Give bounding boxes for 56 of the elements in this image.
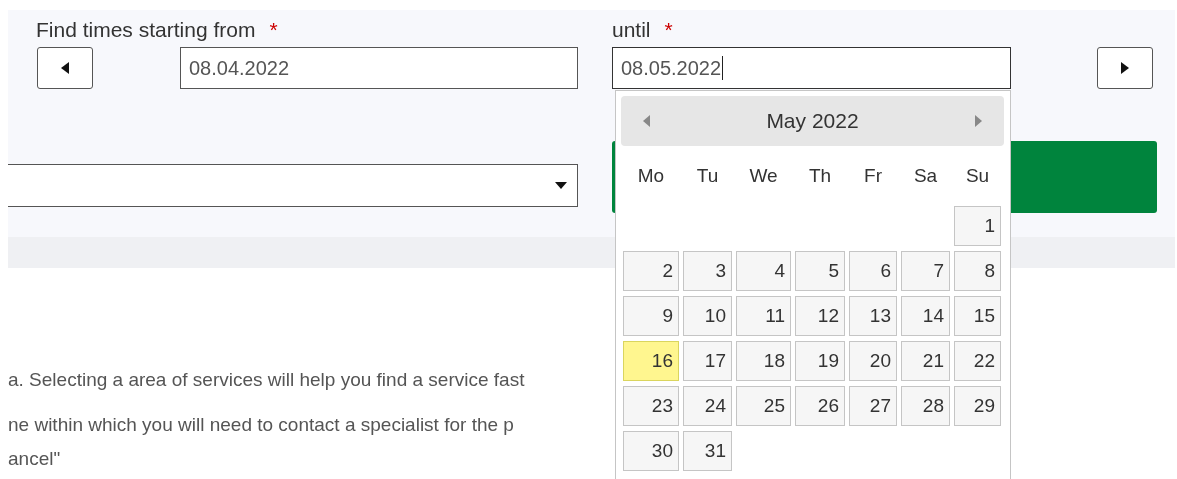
weekday-label: Tu bbox=[696, 164, 719, 188]
calendar-day[interactable]: 26 bbox=[795, 386, 845, 426]
date-field[interactable]: 08.04.2022 bbox=[180, 47, 578, 89]
calendar-day[interactable]: 6 bbox=[849, 251, 897, 291]
paragraph-line: a. Selecting a area of services will help you find a service fast bbox=[8, 368, 525, 392]
calendar-day[interactable]: 9 bbox=[623, 296, 679, 336]
triangle-right-icon bbox=[1121, 62, 1129, 74]
triangle-left-icon bbox=[61, 62, 69, 74]
caret-icon bbox=[555, 182, 567, 189]
previous-button[interactable] bbox=[37, 47, 93, 89]
weekday-label: Th bbox=[808, 164, 832, 188]
note-line: ancel" bbox=[8, 447, 61, 471]
calendar-day[interactable]: 11 bbox=[736, 296, 791, 336]
calendar-day[interactable]: 24 bbox=[683, 386, 732, 426]
calendar-day[interactable]: 25 bbox=[736, 386, 791, 426]
calendar-day[interactable]: 19 bbox=[795, 341, 845, 381]
weekday-label: Fr bbox=[864, 164, 882, 188]
calendar-day[interactable]: 23 bbox=[623, 386, 679, 426]
calendar-day[interactable]: 15 bbox=[954, 296, 1001, 336]
weekday-label: Sa bbox=[913, 164, 938, 188]
weekday-label: Su bbox=[965, 164, 990, 188]
calendar-day[interactable]: 29 bbox=[954, 386, 1001, 426]
select-field[interactable] bbox=[8, 164, 578, 207]
required-mark: * bbox=[269, 17, 278, 43]
calendar-day[interactable]: 21 bbox=[901, 341, 950, 381]
calendar-day[interactable]: 22 bbox=[954, 341, 1001, 381]
calendar-day[interactable]: 7 bbox=[901, 251, 950, 291]
required-mark: * bbox=[664, 17, 673, 43]
calendar-day[interactable]: 10 bbox=[683, 296, 732, 336]
calendar-day[interactable]: 28 bbox=[901, 386, 950, 426]
month-title: May 2022 bbox=[766, 108, 859, 135]
calendar-day[interactable]: 12 bbox=[795, 296, 845, 336]
calendar-day[interactable]: 18 bbox=[736, 341, 791, 381]
calendar-day[interactable]: 8 bbox=[954, 251, 1001, 291]
calendar-day[interactable]: 13 bbox=[849, 296, 897, 336]
calendar-day[interactable]: 4 bbox=[736, 251, 791, 291]
calendar-day[interactable]: 20 bbox=[849, 341, 897, 381]
calendar-day[interactable]: 16 bbox=[623, 341, 679, 381]
weekday-label: Mo bbox=[637, 164, 665, 188]
calendar-day[interactable]: 30 bbox=[623, 431, 679, 471]
previous-month-icon[interactable] bbox=[643, 115, 650, 127]
calendar-day[interactable]: 3 bbox=[683, 251, 732, 291]
weekday-label: We bbox=[749, 164, 778, 188]
calendar-day[interactable]: 27 bbox=[849, 386, 897, 426]
next-button[interactable] bbox=[1097, 47, 1153, 89]
next-month-icon[interactable] bbox=[975, 115, 982, 127]
calendar-day[interactable]: 1 bbox=[954, 206, 1001, 246]
field-label: Find times starting from bbox=[36, 17, 256, 43]
calendar-day[interactable]: 5 bbox=[795, 251, 845, 291]
paragraph-line: ne within which you will need to contact a specialist for the p bbox=[8, 413, 514, 437]
field-label: until bbox=[612, 17, 651, 43]
date-field[interactable]: 08.05.2022 bbox=[612, 47, 1011, 89]
calendar-day[interactable]: 2 bbox=[623, 251, 679, 291]
calendar-day[interactable]: 14 bbox=[901, 296, 950, 336]
calendar-day[interactable]: 31 bbox=[683, 431, 732, 471]
calendar-day[interactable]: 17 bbox=[683, 341, 732, 381]
